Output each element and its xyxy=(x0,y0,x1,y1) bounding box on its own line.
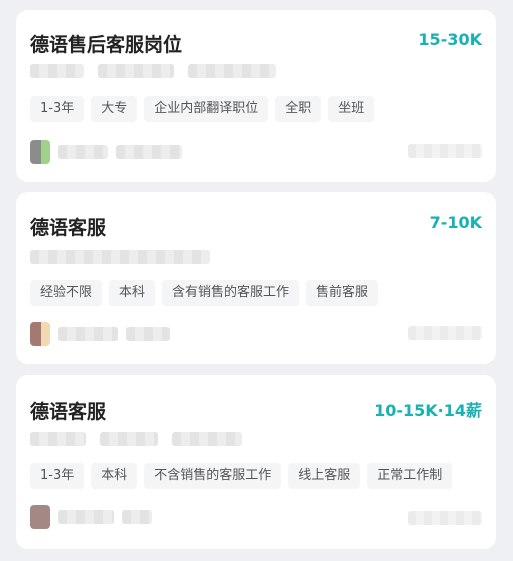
job-card[interactable]: 德语售后客服岗位 15-30K 1-3年 大专 企业内部翻译职位 全职 坐班 xyxy=(16,10,496,182)
company-info-blurred xyxy=(30,249,210,265)
avatar xyxy=(30,140,50,164)
recruiter-info-blurred xyxy=(30,322,170,346)
job-title: 德语售后客服岗位 xyxy=(30,34,183,56)
company-info-blurred xyxy=(30,63,276,79)
job-tag: 本科 xyxy=(109,280,156,306)
job-tag: 正常工作制 xyxy=(367,463,453,489)
job-tag: 1-3年 xyxy=(30,463,85,489)
company-info-blurred xyxy=(30,431,242,447)
job-salary: 10-15K·14薪 xyxy=(374,401,482,420)
job-tag: 不含销售的客服工作 xyxy=(144,463,282,489)
job-tag: 线上客服 xyxy=(288,463,361,489)
job-tag: 坐班 xyxy=(328,96,375,122)
job-card[interactable]: 德语客服 7-10K 经验不限 本科 含有销售的客服工作 售前客服 xyxy=(16,192,496,364)
job-tag: 全职 xyxy=(275,96,322,122)
recruiter-info-blurred xyxy=(30,505,152,529)
job-salary: 7-10K xyxy=(429,213,482,232)
location-blurred xyxy=(408,511,482,525)
job-card[interactable]: 德语客服 10-15K·14薪 1-3年 本科 不含销售的客服工作 线上客服 正… xyxy=(16,375,496,549)
recruiter-info-blurred xyxy=(30,140,182,164)
job-tag: 经验不限 xyxy=(30,280,103,306)
job-tag: 售前客服 xyxy=(306,280,379,306)
job-tags: 1-3年 大专 企业内部翻译职位 全职 坐班 xyxy=(30,96,375,122)
job-tag: 1-3年 xyxy=(30,96,85,122)
job-tags: 1-3年 本科 不含销售的客服工作 线上客服 正常工作制 xyxy=(30,463,453,489)
job-tag: 大专 xyxy=(91,96,138,122)
job-salary: 15-30K xyxy=(418,30,482,49)
job-tag: 含有销售的客服工作 xyxy=(162,280,300,306)
job-tag: 企业内部翻译职位 xyxy=(144,96,269,122)
location-blurred xyxy=(408,144,482,158)
job-title: 德语客服 xyxy=(30,217,107,239)
job-tags: 经验不限 本科 含有销售的客服工作 售前客服 xyxy=(30,280,379,306)
avatar xyxy=(30,322,50,346)
job-tag: 本科 xyxy=(91,463,138,489)
avatar xyxy=(30,505,50,529)
job-title: 德语客服 xyxy=(30,401,107,423)
location-blurred xyxy=(408,326,482,340)
